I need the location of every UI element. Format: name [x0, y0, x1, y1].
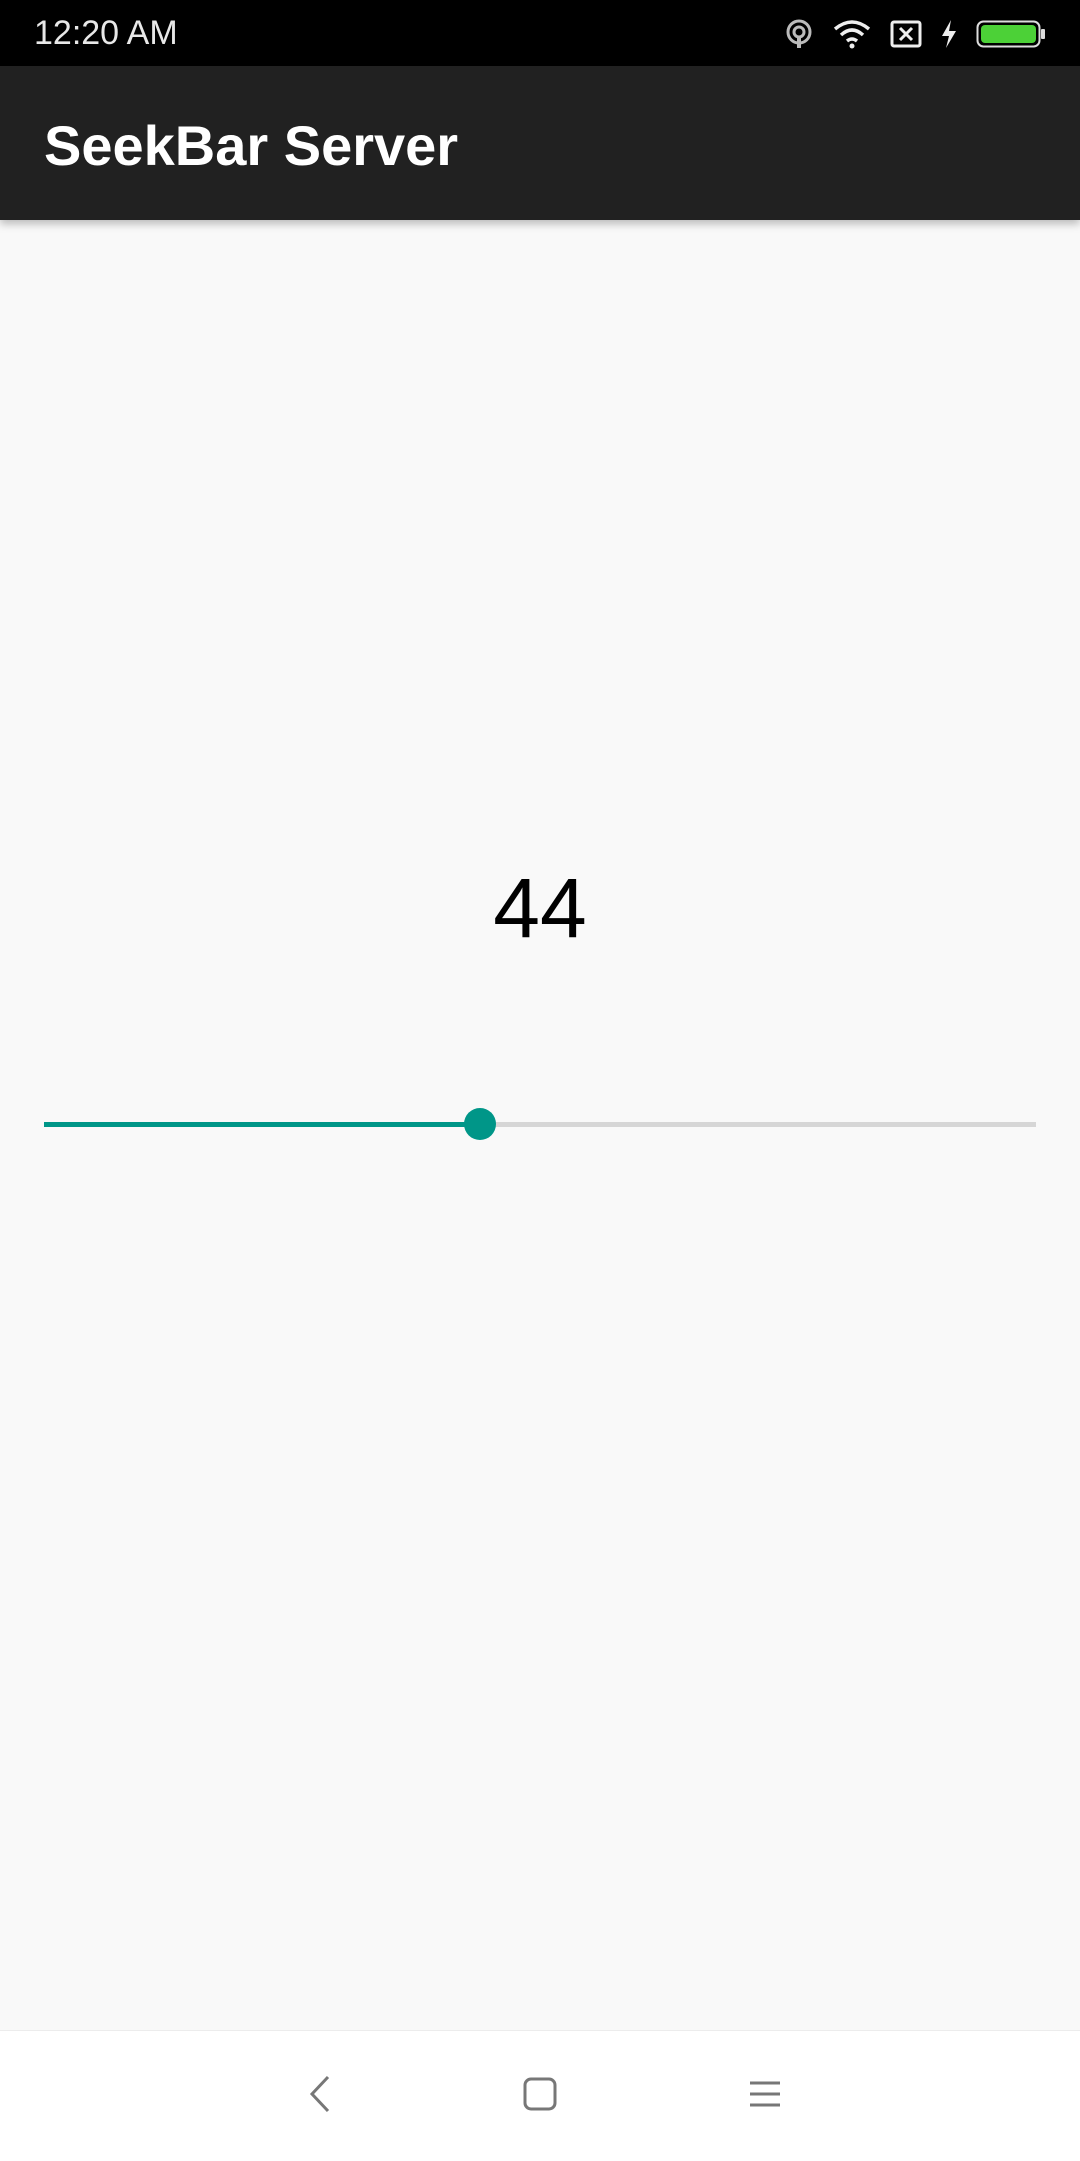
menu-button[interactable] — [725, 2061, 805, 2131]
status-time: 12:20 AM — [34, 14, 178, 52]
home-button[interactable] — [500, 2061, 580, 2131]
wifi-icon — [832, 19, 872, 49]
app-bar: SeekBar Server — [0, 66, 1080, 220]
status-icons — [784, 14, 1046, 54]
back-button[interactable] — [280, 2061, 360, 2131]
seekbar[interactable] — [44, 1100, 1036, 1148]
navigation-bar — [0, 2030, 1080, 2161]
status-bar: 12:20 AM — [0, 0, 1080, 66]
seekbar-thumb[interactable] — [464, 1108, 497, 1140]
charging-bolt-icon — [940, 19, 958, 49]
seekbar-value-label: 44 — [493, 861, 587, 955]
battery-icon — [976, 20, 1046, 48]
home-icon — [522, 2076, 558, 2117]
sim-x-icon — [890, 20, 922, 48]
hotspot-icon — [784, 19, 814, 49]
back-icon — [308, 2074, 332, 2119]
app-title: SeekBar Server — [44, 114, 459, 177]
menu-icon — [748, 2079, 782, 2114]
seekbar-progress — [44, 1122, 481, 1127]
